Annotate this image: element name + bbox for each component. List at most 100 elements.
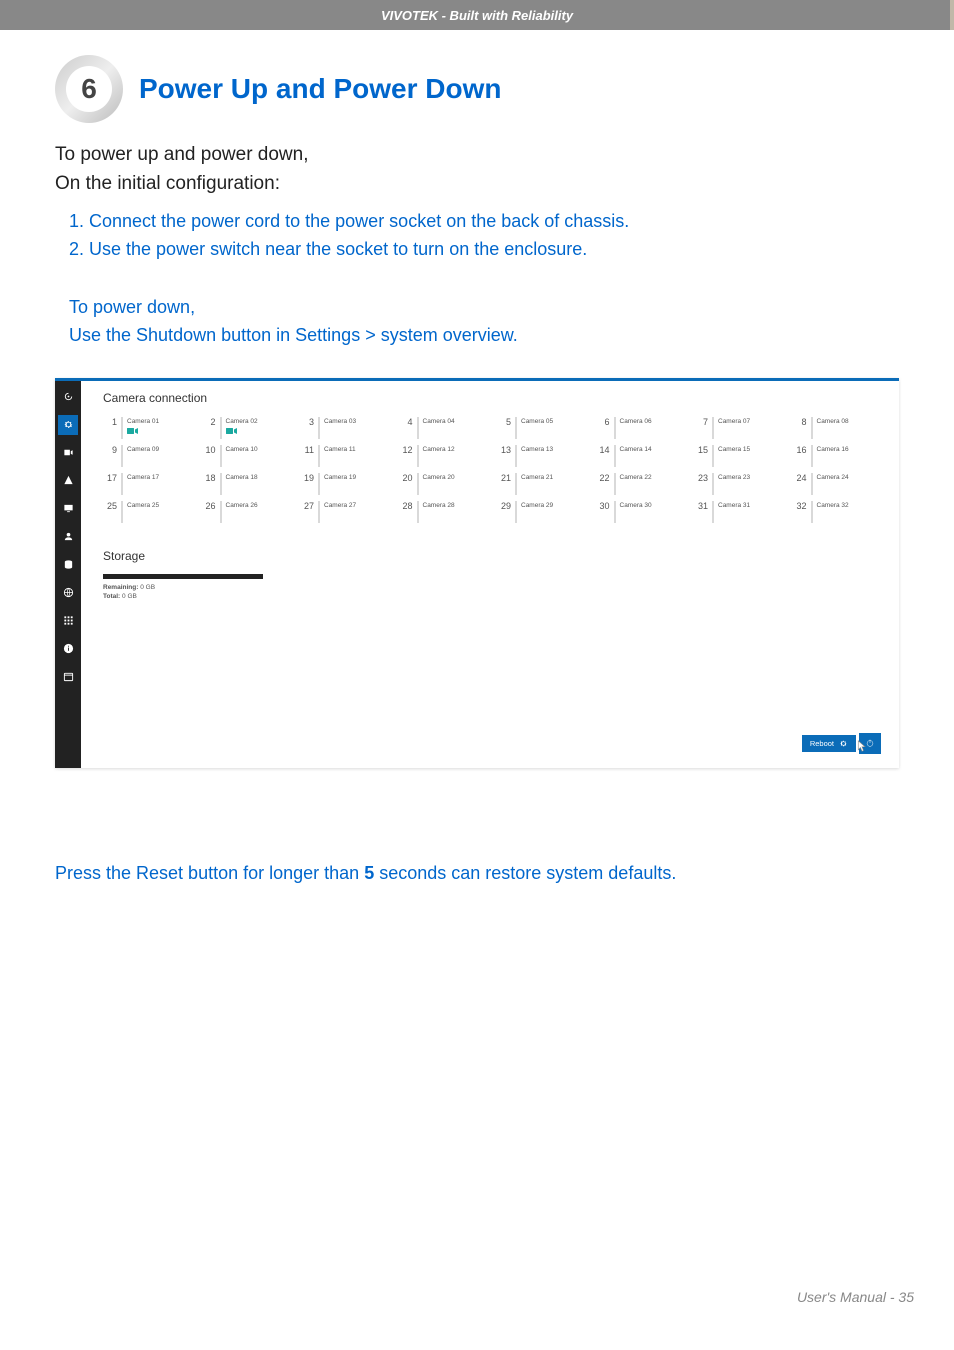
camera-cell[interactable]: 25Camera 25: [103, 501, 192, 525]
camera-cell[interactable]: 28Camera 28: [399, 501, 488, 525]
camera-cell[interactable]: 30Camera 30: [596, 501, 685, 525]
camera-label: Camera 22: [620, 473, 685, 482]
camera-label-box: Camera 22: [614, 473, 685, 495]
camera-label-box: Camera 26: [220, 501, 291, 523]
camera-cell[interactable]: 4 Camera 04: [399, 417, 488, 441]
camera-cell[interactable]: 17 Camera 17: [103, 473, 192, 497]
camera-number: 1: [103, 417, 121, 427]
sidebar-item-settings[interactable]: [58, 415, 78, 435]
camera-label-box: Camera 17: [121, 473, 192, 495]
camera-cell[interactable]: 14Camera 14: [596, 445, 685, 469]
camera-label: Camera 31: [718, 501, 783, 510]
camera-cell[interactable]: 5Camera 05: [497, 417, 586, 441]
sidebar-item-storage[interactable]: [58, 555, 78, 575]
step-2: 2. Use the power switch near the socket …: [69, 236, 899, 264]
camera-label-box: Camera 32: [811, 501, 882, 523]
camera-live-icon: [127, 427, 139, 435]
camera-label-box: Camera 27: [318, 501, 389, 523]
camera-number: 4: [399, 417, 417, 427]
camera-cell[interactable]: 3Camera 03: [300, 417, 389, 441]
reboot-button[interactable]: Reboot: [802, 735, 856, 752]
camera-number: 18: [202, 473, 220, 483]
camera-cell[interactable]: 18 Camera 18: [202, 473, 291, 497]
camera-label-box: Camera 25: [121, 501, 192, 523]
sidebar-item-schedule[interactable]: [58, 667, 78, 687]
reset-note-pre: Press the Reset button for longer than: [55, 863, 364, 883]
camera-cell[interactable]: 24Camera 24: [793, 473, 882, 497]
camera-cell[interactable]: 16Camera 16: [793, 445, 882, 469]
storage-total-value: 0 GB: [122, 593, 137, 600]
camera-cell[interactable]: 31 Camera 31: [694, 501, 783, 525]
sidebar-item-info[interactable]: [58, 639, 78, 659]
camera-cell[interactable]: 6 Camera 06: [596, 417, 685, 441]
camera-label-box: Camera 30: [614, 501, 685, 523]
camera-label: Camera 04: [423, 417, 488, 426]
camera-label: Camera 06: [620, 417, 685, 426]
camera-number: 26: [202, 501, 220, 511]
camera-cell[interactable]: 8Camera 08: [793, 417, 882, 441]
camera-cell[interactable]: 13Camera 13: [497, 445, 586, 469]
sidebar-item-alarm[interactable]: [58, 471, 78, 491]
camera-cell[interactable]: 1Camera 01: [103, 417, 192, 441]
camera-number: 20: [399, 473, 417, 483]
sidebar-item-camera[interactable]: [58, 443, 78, 463]
camera-cell[interactable]: 7Camera 07: [694, 417, 783, 441]
camera-number: 3: [300, 417, 318, 427]
camera-cell[interactable]: 12Camera 12: [399, 445, 488, 469]
sidebar-item-network[interactable]: [58, 583, 78, 603]
camera-number: 17: [103, 473, 121, 483]
storage-title: Storage: [103, 549, 881, 563]
page-header-text: VIVOTEK - Built with Reliability: [381, 8, 573, 23]
sidebar-item-user[interactable]: [58, 527, 78, 547]
camera-label: Camera 26: [226, 501, 291, 510]
camera-cell[interactable]: 2Camera 02: [202, 417, 291, 441]
camera-label-box: Camera 08: [811, 417, 882, 439]
storage-bar-fill: [103, 574, 263, 579]
power-down-title: To power down,: [69, 294, 899, 322]
camera-cell[interactable]: 19Camera 19: [300, 473, 389, 497]
storage-total-label: Total:: [103, 593, 120, 600]
side-accent: [950, 0, 954, 30]
camera-cell[interactable]: 29Camera 29: [497, 501, 586, 525]
camera-cell[interactable]: 27Camera 27: [300, 501, 389, 525]
camera-label-box: Camera 29: [515, 501, 586, 523]
sidebar-item-apps[interactable]: [58, 611, 78, 631]
sidebar-item-overview[interactable]: [58, 387, 78, 407]
camera-number: 31: [694, 501, 712, 511]
camera-cell[interactable]: 10Camera 10: [202, 445, 291, 469]
camera-cell[interactable]: 22Camera 22: [596, 473, 685, 497]
camera-number: 6: [596, 417, 614, 427]
camera-cell[interactable]: 15Camera 15: [694, 445, 783, 469]
camera-number: 8: [793, 417, 811, 427]
camera-connection-title: Camera connection: [103, 391, 881, 405]
camera-cell[interactable]: 32Camera 32: [793, 501, 882, 525]
camera-label: Camera 27: [324, 501, 389, 510]
camera-grid: 1Camera 01 2Camera 02 3Camera 03 4 Camera 04…: [103, 417, 881, 525]
camera-label-box: Camera 19: [318, 473, 389, 495]
camera-cell[interactable]: 21Camera 21: [497, 473, 586, 497]
camera-label-box: Camera 14: [614, 445, 685, 467]
camera-cell[interactable]: 23Camera 23: [694, 473, 783, 497]
camera-label: Camera 32: [817, 501, 882, 510]
storage-section: Storage Remaining: 0 GB Total: 0 GB: [103, 549, 881, 600]
camera-number: 28: [399, 501, 417, 511]
camera-label: Camera 05: [521, 417, 586, 426]
camera-label: Camera 23: [718, 473, 783, 482]
storage-remaining-value: 0 GB: [140, 584, 155, 591]
camera-number: 13: [497, 445, 515, 455]
power-down-line: Use the Shutdown button in Settings > sy…: [69, 322, 899, 350]
storage-remaining: Remaining: 0 GB: [103, 584, 881, 591]
section-number: 6: [66, 66, 112, 112]
camera-label: Camera 18: [226, 473, 291, 482]
camera-cell[interactable]: 9Camera 09: [103, 445, 192, 469]
camera-label: Camera 17: [127, 473, 192, 482]
camera-number: 10: [202, 445, 220, 455]
camera-label-box: Camera 23: [712, 473, 783, 495]
camera-number: 25: [103, 501, 121, 511]
camera-cell[interactable]: 11Camera 11: [300, 445, 389, 469]
sidebar-item-display[interactable]: [58, 499, 78, 519]
camera-cell[interactable]: 26 Camera 26: [202, 501, 291, 525]
camera-label-box: Camera 15: [712, 445, 783, 467]
camera-cell[interactable]: 20Camera 20: [399, 473, 488, 497]
camera-label-box: Camera 20: [417, 473, 488, 495]
